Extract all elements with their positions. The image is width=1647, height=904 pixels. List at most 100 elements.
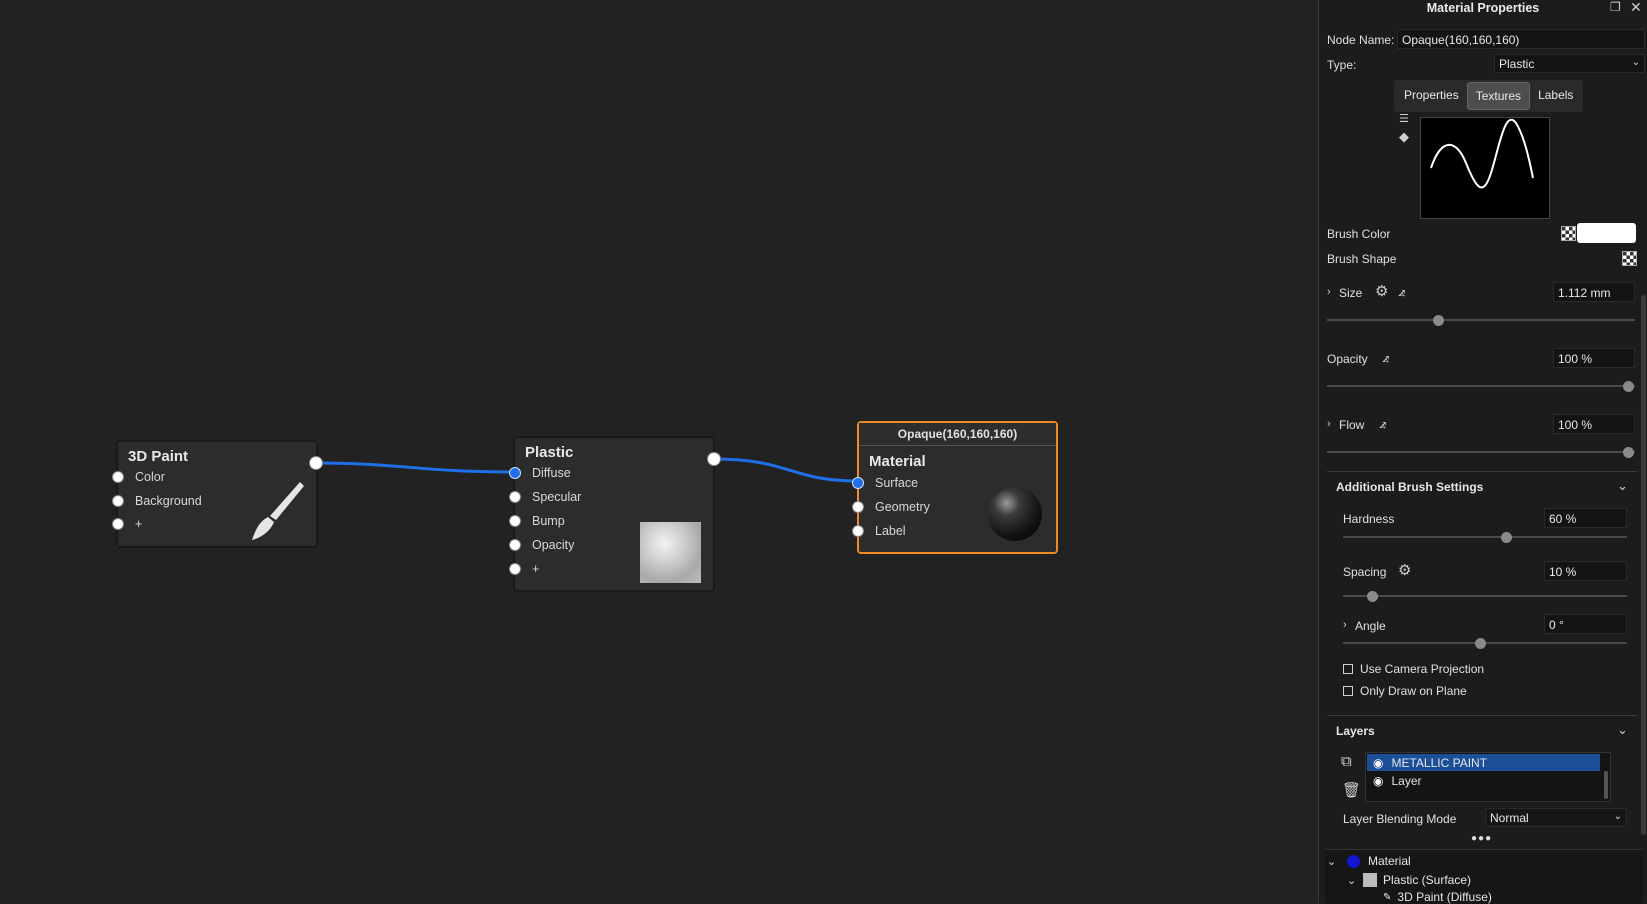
node-plastic[interactable]: Plastic Diffuse Specular Bump Opacity +: [509, 436, 721, 592]
trash-icon[interactable]: 🗑: [1342, 781, 1361, 799]
opacity-slider-thumb[interactable]: [1623, 381, 1634, 392]
list-item[interactable]: ◉ METALLIC PAINT: [1367, 754, 1600, 771]
port-row-color: Color: [112, 469, 165, 485]
port-label: Geometry: [875, 500, 930, 514]
pen-pressure-icon[interactable]: ⦨: [1382, 350, 1389, 366]
list-item[interactable]: ◉ Layer: [1367, 772, 1600, 789]
size-slider[interactable]: [1327, 319, 1635, 321]
output-port[interactable]: [309, 456, 323, 470]
input-port-surface[interactable]: [852, 477, 864, 489]
paintbrush-icon: ✎: [1383, 891, 1392, 903]
add-layer-icon[interactable]: ⧉: [1341, 753, 1352, 770]
additional-brush-settings-header[interactable]: Additional Brush Settings: [1336, 480, 1483, 494]
chevron-down-icon[interactable]: ⌄: [1617, 722, 1628, 738]
node-title: 3D Paint: [128, 448, 189, 465]
tab-properties[interactable]: Properties: [1396, 82, 1467, 110]
hardness-slider[interactable]: [1343, 536, 1627, 538]
layers-stack-icon[interactable]: ☰: [1399, 112, 1409, 125]
spacing-label: Spacing: [1343, 565, 1387, 579]
pen-pressure-icon[interactable]: ⦨: [1398, 284, 1405, 300]
list-scrollbar[interactable]: [1604, 771, 1608, 799]
input-port-geometry[interactable]: [852, 501, 864, 513]
angle-input[interactable]: 0 °: [1544, 614, 1627, 634]
restore-window-icon[interactable]: ❐: [1610, 0, 1621, 14]
input-port-background[interactable]: [112, 495, 124, 507]
node-3d-paint[interactable]: 3D Paint Color Background +: [112, 440, 323, 548]
port-row-diffuse: Diffuse: [509, 465, 571, 481]
port-label: Opacity: [532, 538, 575, 552]
opacity-slider[interactable]: [1327, 385, 1635, 387]
size-label: Size: [1339, 286, 1363, 300]
spacing-slider[interactable]: [1343, 595, 1627, 597]
checker-icon[interactable]: [1561, 226, 1576, 241]
hardness-slider-thumb[interactable]: [1501, 532, 1512, 543]
output-port[interactable]: [707, 452, 721, 466]
hardness-input[interactable]: 60 %: [1544, 508, 1627, 528]
node-material[interactable]: Opaque(160,160,160) Material Surface Geo…: [852, 421, 1058, 554]
port-label: Background: [135, 494, 202, 508]
tree-row-plastic[interactable]: ⌄ Plastic (Surface): [1347, 871, 1471, 889]
flow-slider-thumb[interactable]: [1623, 447, 1634, 458]
tree-row-material[interactable]: ⌄ Material: [1327, 852, 1411, 870]
brush-stroke-preview: [1420, 117, 1550, 219]
chevron-down-icon[interactable]: ⌄: [1347, 874, 1361, 887]
input-port-color[interactable]: [112, 471, 124, 483]
node-name-field[interactable]: Opaque(160,160,160): [1397, 29, 1645, 49]
chevron-down-icon[interactable]: ⌄: [1617, 478, 1628, 494]
node-tree: ⌄ Material ⌄ Plastic (Surface) ✎ 3D Pain…: [1325, 849, 1643, 904]
tab-labels[interactable]: Labels: [1530, 82, 1581, 110]
size-slider-thumb[interactable]: [1433, 315, 1444, 326]
panel-tabs: Properties Textures Labels: [1394, 80, 1584, 112]
input-port-label[interactable]: [852, 525, 864, 537]
angle-slider-thumb[interactable]: [1475, 638, 1486, 649]
chevron-right-icon[interactable]: ›: [1343, 619, 1347, 631]
layer-blending-mode-label: Layer Blending Mode: [1343, 812, 1457, 826]
gear-icon[interactable]: ⚙: [1375, 282, 1388, 300]
port-row-opacity: Opacity: [509, 537, 574, 553]
panel-scrollbar[interactable]: [1641, 295, 1646, 835]
layer-blending-mode-select[interactable]: Normal ⌄: [1485, 808, 1627, 827]
port-label: Surface: [875, 476, 919, 490]
spacing-input[interactable]: 10 %: [1544, 561, 1627, 581]
type-label: Type:: [1327, 58, 1357, 72]
more-icon[interactable]: ●●●: [1471, 833, 1492, 844]
gear-icon[interactable]: ⚙: [1398, 561, 1411, 579]
port-label: +: [135, 517, 143, 531]
port-label: Label: [875, 524, 906, 538]
flow-input[interactable]: 100 %: [1553, 414, 1635, 434]
eraser-icon[interactable]: ◆: [1399, 129, 1409, 145]
pen-pressure-icon[interactable]: ⦨: [1379, 416, 1386, 432]
only-draw-on-plane-label: Only Draw on Plane: [1360, 684, 1467, 698]
chevron-down-icon[interactable]: ⌄: [1327, 855, 1341, 868]
input-port-add[interactable]: [509, 563, 521, 575]
input-port-specular[interactable]: [509, 491, 521, 503]
close-icon[interactable]: ✕: [1630, 0, 1642, 16]
type-select[interactable]: Plastic ⌄: [1494, 54, 1645, 73]
blend-mode-value: Normal: [1490, 811, 1529, 825]
brush-shape-checker-icon[interactable]: [1622, 251, 1637, 266]
only-draw-on-plane-checkbox[interactable]: [1343, 686, 1353, 696]
layer-name: Layer: [1391, 773, 1422, 788]
input-port-opacity[interactable]: [509, 539, 521, 551]
spacing-slider-thumb[interactable]: [1367, 591, 1378, 602]
opacity-label: Opacity: [1327, 352, 1368, 366]
brush-color-swatch[interactable]: [1577, 223, 1636, 243]
port-row-specular: Specular: [509, 489, 581, 505]
tree-row-paint[interactable]: ✎ 3D Paint (Diffuse): [1383, 890, 1492, 904]
flow-slider[interactable]: [1327, 451, 1635, 453]
size-input[interactable]: 1.112 mm: [1553, 282, 1635, 302]
eye-icon[interactable]: ◉: [1373, 774, 1383, 788]
tab-textures[interactable]: Textures: [1466, 82, 1531, 110]
use-camera-projection-checkbox[interactable]: [1343, 664, 1353, 674]
eye-icon[interactable]: ◉: [1373, 756, 1383, 770]
input-port-diffuse[interactable]: [509, 467, 521, 479]
layers-header[interactable]: Layers: [1336, 724, 1375, 738]
chevron-right-icon[interactable]: ›: [1327, 286, 1331, 298]
chevron-right-icon[interactable]: ›: [1327, 418, 1331, 430]
tree-label: Plastic (Surface): [1383, 873, 1472, 887]
port-label: +: [532, 562, 540, 576]
input-port-add[interactable]: [112, 518, 124, 530]
opacity-input[interactable]: 100 %: [1553, 348, 1635, 368]
input-port-bump[interactable]: [509, 515, 521, 527]
node-graph-canvas[interactable]: 3D Paint Color Background + Plastic Diff…: [0, 0, 1318, 903]
